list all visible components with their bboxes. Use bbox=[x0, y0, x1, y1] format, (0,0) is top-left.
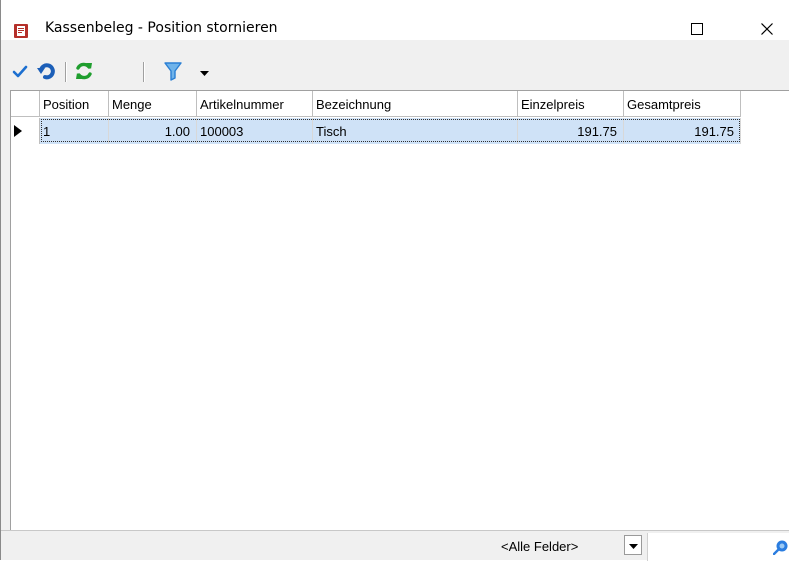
column-header-menge[interactable]: Menge bbox=[109, 91, 197, 117]
cell-position[interactable]: 1 bbox=[40, 118, 109, 144]
column-header-artikelnummer[interactable]: Artikelnummer bbox=[197, 91, 313, 117]
column-header-bezeichnung[interactable]: Bezeichnung bbox=[313, 91, 518, 117]
search-icon[interactable] bbox=[772, 539, 789, 558]
maximize-icon bbox=[691, 22, 703, 38]
close-button[interactable] bbox=[747, 18, 787, 42]
cell-menge[interactable]: 1.00 bbox=[109, 118, 197, 144]
maximize-button[interactable] bbox=[677, 18, 717, 42]
dialog-window: Kassenbeleg - Position stornieren Positi… bbox=[0, 0, 789, 561]
filter-icon bbox=[164, 61, 182, 84]
positions-grid[interactable]: Position Menge Artikelnummer Bezeichnung… bbox=[10, 90, 789, 531]
refresh-icon bbox=[74, 61, 94, 84]
cell-einzelpreis[interactable]: 191.75 bbox=[518, 118, 624, 144]
cell-gesamtpreis[interactable]: 191.75 bbox=[624, 118, 741, 144]
column-header-einzelpreis[interactable]: Einzelpreis bbox=[518, 91, 624, 117]
receipt-icon bbox=[13, 23, 29, 39]
toolbar bbox=[1, 56, 789, 88]
title-bar: Kassenbeleg - Position stornieren bbox=[1, 0, 789, 40]
search-field-dropdown-button[interactable] bbox=[624, 535, 642, 555]
close-icon bbox=[761, 22, 773, 38]
table-row[interactable]: 1 1.00 100003 Tisch 191.75 191.75 bbox=[11, 118, 741, 144]
header-indicator-corner bbox=[11, 91, 40, 117]
column-header-position[interactable]: Position bbox=[40, 91, 109, 117]
window-title: Kassenbeleg - Position stornieren bbox=[45, 20, 278, 36]
filter-dropdown-button[interactable] bbox=[197, 56, 211, 88]
confirm-button[interactable] bbox=[9, 56, 31, 88]
chevron-down-icon bbox=[628, 538, 638, 553]
undo-button[interactable] bbox=[33, 56, 59, 88]
filter-button[interactable] bbox=[161, 56, 185, 88]
search-field-select[interactable]: <Alle Felder> bbox=[501, 539, 578, 554]
status-bar: <Alle Felder> bbox=[1, 530, 789, 561]
undo-icon bbox=[36, 61, 56, 84]
cell-bezeichnung[interactable]: Tisch bbox=[313, 118, 518, 144]
checkmark-icon bbox=[12, 63, 28, 82]
current-row-arrow-icon bbox=[14, 125, 22, 140]
grid-header: Position Menge Artikelnummer Bezeichnung… bbox=[11, 91, 741, 117]
toolbar-separator bbox=[65, 62, 67, 82]
refresh-button[interactable] bbox=[71, 56, 97, 88]
cell-artikelnummer[interactable]: 100003 bbox=[197, 118, 313, 144]
column-header-gesamtpreis[interactable]: Gesamtpreis bbox=[624, 91, 741, 117]
row-indicator[interactable] bbox=[11, 118, 40, 144]
toolbar-separator bbox=[143, 62, 145, 82]
search-input[interactable] bbox=[647, 533, 789, 561]
dropdown-arrow-icon bbox=[199, 65, 209, 80]
